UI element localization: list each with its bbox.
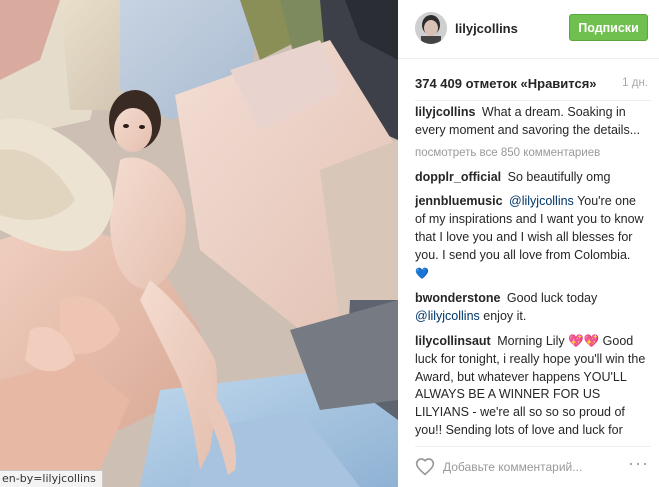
post-photo[interactable]: en-by=lilyjcollins <box>0 0 398 487</box>
blue-heart-icon: 💙 <box>415 267 429 280</box>
comment-author[interactable]: lilycollinsaut <box>415 334 491 348</box>
username[interactable]: lilyjcollins <box>455 21 518 36</box>
comment-text: Good luck today <box>506 291 598 306</box>
comment-text: So beautifully omg <box>507 169 611 184</box>
likes-count[interactable]: 374 409 отметок «Нравится» <box>415 76 597 91</box>
mention-link[interactable]: @lilyjcollins <box>509 194 574 208</box>
comment-text: Morning Lily 💖💖 Good luck for tonight, i… <box>415 333 646 437</box>
comment-author[interactable]: jennbluemusic <box>415 194 503 208</box>
comment-footer: ··· <box>415 446 651 487</box>
comment-author[interactable]: bwonderstone <box>415 291 500 305</box>
browser-status-url: en-by=lilyjcollins <box>0 470 103 487</box>
view-all-comments-link[interactable]: посмотреть все 850 комментариев <box>415 145 649 161</box>
comment-author[interactable]: lilyjcollins <box>415 105 475 119</box>
comment-item: lilycollinsaut Morning Lily 💖💖 Good luck… <box>415 333 649 438</box>
comment-item: bwonderstone Good luck today @lilyjcolli… <box>415 290 649 326</box>
more-options-icon[interactable]: ··· <box>628 453 649 474</box>
avatar-image <box>415 12 447 44</box>
avatar[interactable] <box>415 12 447 44</box>
comment-text-after: enjoy it. <box>483 309 527 324</box>
mention-link[interactable]: @lilyjcollins <box>415 309 480 323</box>
caption: lilyjcollins What a dream. Soaking in ev… <box>415 104 649 140</box>
comment-item: jennbluemusic @lilyjcollins You're one o… <box>415 193 649 283</box>
post-time[interactable]: 1 дн. <box>622 77 648 89</box>
post-side-panel: lilyjcollins Подписки 374 409 отметок «Н… <box>398 0 659 487</box>
likes-row: 374 409 отметок «Нравится» 1 дн. <box>415 74 651 92</box>
comments-list: lilyjcollins What a dream. Soaking in ev… <box>415 104 649 438</box>
add-comment-input[interactable] <box>443 458 613 476</box>
photo-illustration <box>0 0 398 487</box>
comment-author[interactable]: dopplr_official <box>415 170 501 184</box>
follow-button[interactable]: Подписки <box>569 14 648 41</box>
post-header: lilyjcollins Подписки <box>398 0 659 59</box>
heart-icon[interactable] <box>415 457 435 476</box>
comment-item: dopplr_official So beautifully omg <box>415 169 649 187</box>
divider <box>415 100 651 101</box>
